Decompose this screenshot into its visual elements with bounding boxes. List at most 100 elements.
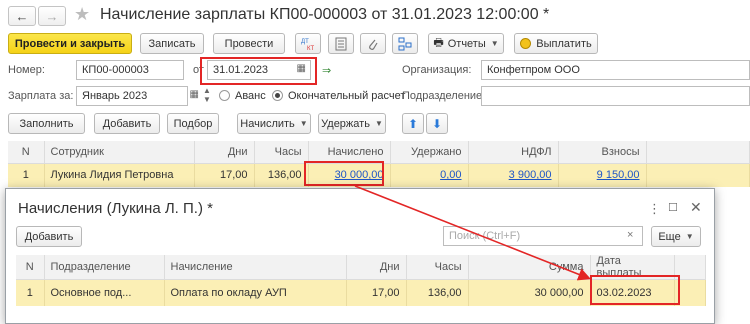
- col-header-filler: [646, 141, 750, 164]
- table-row[interactable]: 1 Основное под... Оплата по окладу АУП 1…: [16, 279, 706, 306]
- date-value: 31.01.2023: [213, 64, 269, 76]
- hours-cell: 136,00: [406, 279, 469, 306]
- dialog-search-input[interactable]: Поиск (Ctrl+F): [443, 226, 643, 246]
- accrue-dropdown[interactable]: Начислить ▼: [237, 113, 311, 134]
- advance-radio[interactable]: [219, 90, 230, 101]
- col-header-n[interactable]: N: [8, 141, 45, 164]
- employee-cell[interactable]: Лукина Лидия Петровна: [44, 163, 195, 187]
- col-header-employee[interactable]: Сотрудник: [44, 141, 195, 164]
- chevron-down-icon: ▼: [299, 119, 308, 128]
- calendar-icon[interactable]: ▦: [190, 89, 199, 100]
- department-cell[interactable]: Основное под...: [44, 279, 165, 306]
- month-stepper[interactable]: ▲ ▼: [203, 86, 211, 104]
- filler-cell: [674, 279, 706, 306]
- forward-button[interactable]: →: [38, 6, 66, 26]
- withheld-link[interactable]: 0,00: [440, 169, 461, 181]
- col-header-sum[interactable]: Сумма: [468, 255, 591, 280]
- pay-date-cell[interactable]: 03.02.2023: [590, 279, 675, 306]
- back-arrow-icon: ←: [15, 8, 29, 24]
- post-button[interactable]: Провести: [213, 33, 285, 54]
- date-field[interactable]: 31.01.2023 ▦: [207, 60, 311, 80]
- dialog-more-dropdown[interactable]: Еще ▼: [651, 226, 701, 247]
- number-field[interactable]: КП00-000003: [76, 60, 184, 80]
- col-header-days[interactable]: Дни: [346, 255, 407, 280]
- star-icon[interactable]: ★: [74, 4, 90, 25]
- final-calc-radio[interactable]: [272, 90, 283, 101]
- col-header-filler: [674, 255, 706, 280]
- printer-icon: 🖶: [433, 37, 444, 49]
- days-cell: 17,00: [194, 163, 255, 187]
- maximize-icon[interactable]: ☐: [668, 201, 678, 214]
- chevron-down-icon: ▼: [374, 119, 383, 128]
- save-button[interactable]: Записать: [140, 33, 204, 54]
- structure-button[interactable]: [392, 33, 418, 54]
- col-header-hours[interactable]: Часы: [254, 141, 309, 164]
- withhold-label: Удержать: [321, 117, 370, 130]
- back-button[interactable]: ←: [8, 6, 36, 26]
- salary-for-field[interactable]: Январь 2023 ▦: [76, 86, 199, 106]
- department-field[interactable]: [481, 86, 750, 106]
- payout-button[interactable]: Выплатить: [514, 33, 598, 54]
- row-number: 1: [8, 163, 45, 187]
- down-arrow-icon: ⬇: [431, 116, 443, 131]
- svg-text:ДТ: ДТ: [301, 39, 309, 45]
- more-label: Еще: [658, 230, 681, 243]
- list-icon: [335, 37, 347, 50]
- col-header-hours[interactable]: Часы: [406, 255, 469, 280]
- radio-dot-icon: [275, 93, 280, 98]
- salary-for-value: Январь 2023: [82, 90, 148, 102]
- col-header-withheld[interactable]: Удержано: [390, 141, 469, 164]
- days-cell: 17,00: [346, 279, 407, 306]
- accrued-link[interactable]: 30 000,00: [335, 169, 384, 181]
- post-and-close-button[interactable]: Провести и закрыть: [8, 33, 132, 54]
- dt-kt-icon: ДТКТ: [301, 39, 314, 51]
- close-icon[interactable]: ✕: [690, 199, 702, 216]
- organization-label: Организация:: [402, 64, 472, 76]
- structure-icon: [398, 37, 412, 50]
- department-label: Подразделение:: [402, 90, 486, 102]
- accrue-label: Начислить: [240, 117, 295, 130]
- attach-button[interactable]: [360, 33, 386, 54]
- col-header-ndfl[interactable]: НДФЛ: [468, 141, 559, 164]
- col-header-contrib[interactable]: Взносы: [558, 141, 647, 164]
- dialog-add-button[interactable]: Добавить: [16, 226, 82, 247]
- select-button[interactable]: Подбор: [167, 113, 219, 134]
- dt-kt-button[interactable]: ДТ КТ: [295, 33, 321, 54]
- col-header-department[interactable]: Подразделение: [44, 255, 165, 280]
- accruals-dialog: Начисления (Лукина Л. П.) * ⋮ ☐ ✕ Добави…: [5, 188, 715, 324]
- reports-dropdown[interactable]: 🖶 Отчеты ▼: [428, 33, 504, 54]
- reports-label: Отчеты: [447, 37, 486, 50]
- forward-arrow-icon: →: [45, 8, 59, 24]
- col-header-accrual[interactable]: Начисление: [164, 255, 347, 280]
- svg-text:КТ: КТ: [307, 46, 314, 51]
- withhold-dropdown[interactable]: Удержать ▼: [318, 113, 386, 134]
- advance-label: Аванс: [235, 90, 266, 102]
- col-header-accrued[interactable]: Начислено: [308, 141, 391, 164]
- organization-field[interactable]: Конфетпром ООО: [481, 60, 750, 80]
- col-header-n[interactable]: N: [16, 255, 45, 280]
- list-button[interactable]: [328, 33, 354, 54]
- more-icon[interactable]: ⋮: [648, 201, 661, 217]
- fill-button[interactable]: Заполнить: [8, 113, 85, 134]
- move-down-button[interactable]: ⬇: [426, 113, 448, 134]
- salary-for-label: Зарплата за:: [8, 90, 74, 102]
- payout-label: Выплатить: [536, 37, 592, 50]
- dt-kt-link-icon[interactable]: ⇒: [322, 64, 331, 77]
- calendar-icon[interactable]: ▦: [297, 63, 306, 74]
- dialog-title: Начисления (Лукина Л. П.) *: [18, 200, 213, 217]
- ndfl-link[interactable]: 3 900,00: [509, 169, 552, 181]
- coin-icon: [520, 38, 532, 49]
- hours-cell: 136,00: [254, 163, 309, 187]
- number-label: Номер:: [8, 64, 45, 76]
- move-up-button[interactable]: ⬆: [402, 113, 424, 134]
- col-header-days[interactable]: Дни: [194, 141, 255, 164]
- accruals-table: N Подразделение Начисление Дни Часы Сумм…: [16, 255, 706, 306]
- attach-icon: [369, 39, 378, 50]
- clear-search-icon[interactable]: ×: [627, 229, 633, 241]
- employees-table: N Сотрудник Дни Часы Начислено Удержано …: [8, 141, 750, 187]
- accrual-cell[interactable]: Оплата по окладу АУП: [164, 279, 347, 306]
- add-button[interactable]: Добавить: [94, 113, 160, 134]
- table-row[interactable]: 1 Лукина Лидия Петровна 17,00 136,00 30 …: [8, 163, 750, 187]
- contrib-link[interactable]: 9 150,00: [597, 169, 640, 181]
- col-header-pay-date[interactable]: Дата выплаты: [590, 255, 675, 280]
